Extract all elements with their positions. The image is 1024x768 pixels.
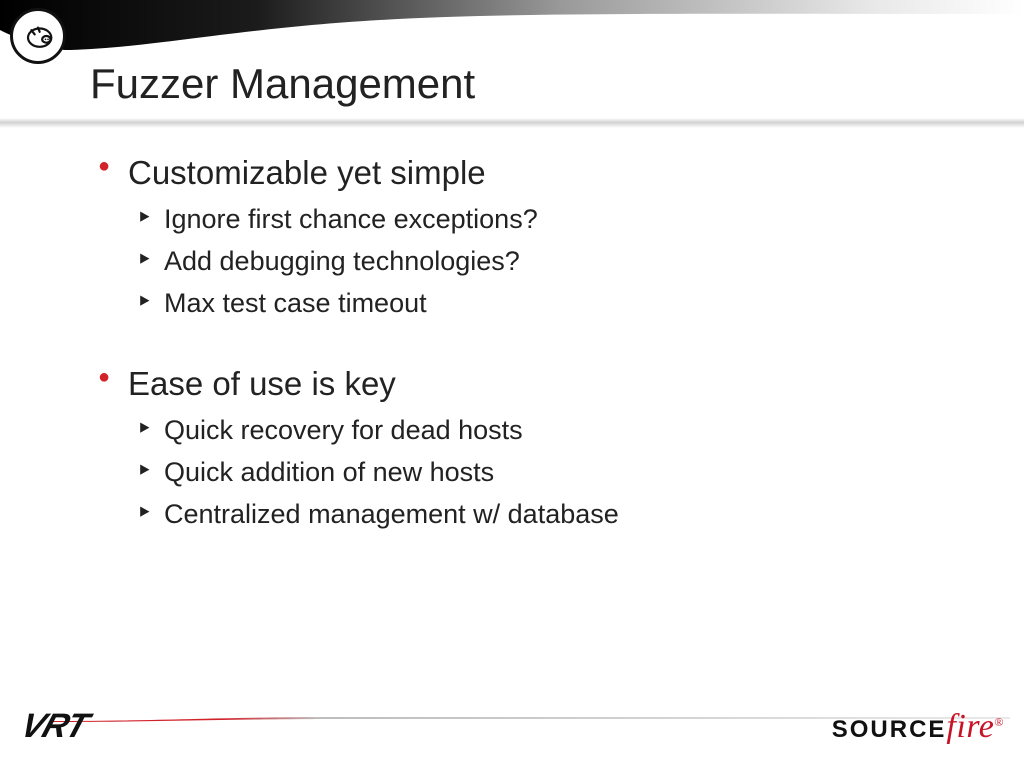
bullet-l2: Add debugging technologies? (136, 242, 918, 281)
sourcefire-fire-text: fire (946, 708, 994, 745)
slide-title: Fuzzer Management (90, 60, 475, 108)
bullet-l2: Max test case timeout (136, 284, 918, 323)
pig-logo-icon (10, 8, 66, 64)
bullet-l1: Ease of use is key (98, 361, 918, 407)
swoosh-graphic (0, 0, 1024, 60)
top-banner (0, 0, 1024, 60)
bullet-l2: Quick recovery for dead hosts (136, 411, 918, 450)
registered-mark: ® (994, 715, 1004, 729)
sourcefire-logo: SOURCEfire® (832, 708, 1004, 746)
vrt-logo: VRT (22, 707, 86, 746)
bullet-l1: Customizable yet simple (98, 150, 918, 196)
slide: Fuzzer Management Customizable yet simpl… (0, 0, 1024, 768)
sourcefire-source-text: SOURCE (832, 716, 947, 743)
bullet-l2: Ignore first chance exceptions? (136, 200, 918, 239)
spacer (98, 327, 918, 361)
title-divider (0, 118, 1024, 128)
bullet-l2: Quick addition of new hosts (136, 453, 918, 492)
bullet-l2: Centralized management w/ database (136, 495, 918, 534)
vrt-logo-text: VRT (16, 707, 93, 746)
slide-body: Customizable yet simple Ignore first cha… (98, 150, 918, 537)
